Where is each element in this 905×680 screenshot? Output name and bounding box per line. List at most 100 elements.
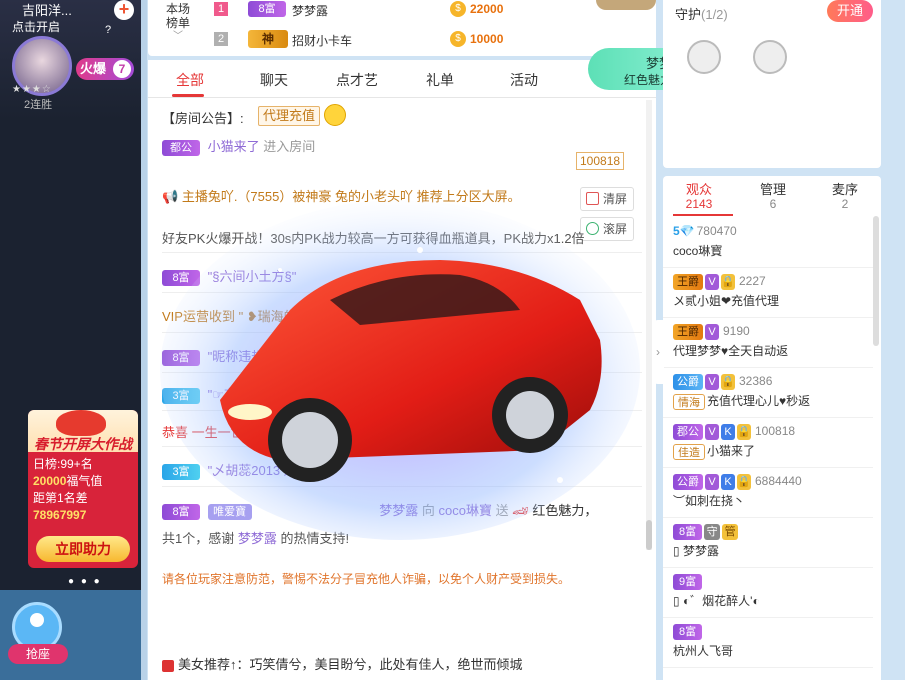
audience-item[interactable]: 王爵 V 9190 代理梦梦♥全天自动返 (663, 318, 873, 368)
tab-gift-list[interactable]: 礼单 (426, 70, 454, 90)
user-name: ︶如刺在挠丶 (673, 494, 746, 508)
gift-receiver[interactable]: coco琳寶 (439, 503, 492, 518)
click-open-link[interactable]: 点击开启 (12, 18, 60, 35)
user-name: 代理梦梦♥全天自动返 (673, 344, 789, 358)
clear-screen-button[interactable]: 清屏 (580, 187, 634, 211)
chat-text: 进入房间 (263, 139, 316, 154)
divider (162, 252, 642, 253)
chat-text: 主播兔吖.（7555）被神豪 兔的小老头吖 推荐上分区大屏。 (181, 189, 521, 204)
audience-item[interactable]: 5💎 780470 coco琳寳 (663, 218, 873, 268)
rich-level-badge: 8富 (673, 624, 703, 640)
rank-row[interactable]: 2 神 招财小卡车 $ 10000 (214, 30, 654, 50)
vip-icon: V (705, 374, 719, 390)
gap-value: 78967997 (33, 508, 87, 522)
lock-icon: 🔒 (721, 374, 735, 390)
gift-message: 8富 唯爱寶 梦梦露 向 coco琳寶 送 🏎 红色魅力， (162, 500, 597, 520)
festival-banner: 春节开屏大作战 (28, 410, 138, 452)
guard-avatar[interactable] (687, 40, 721, 74)
audience-item[interactable]: 9富 ▯ ◐゛烟花醉人'◐ (663, 568, 873, 618)
tab-mic-queue[interactable]: 麦序 2 (815, 182, 875, 212)
festival-event-card[interactable]: 春节开屏大作战 日榜:99+名 20000福气值 距第1名差 78967997 … (28, 410, 138, 568)
gift-car-icon: 🏎 (512, 503, 529, 518)
rich-level-badge: 8富 (673, 524, 703, 540)
day-rank: 日榜:99+名 (33, 457, 93, 471)
audience-item[interactable]: 公爵 V K 🔒 6884440 ︶如刺在挠丶 (663, 468, 873, 518)
rating-stars-icon: ★★★☆ (12, 84, 52, 95)
noble-badge: 公爵 (673, 374, 703, 390)
tab-chat[interactable]: 聊天 (260, 70, 288, 90)
left-scrollbar[interactable] (141, 0, 147, 680)
rank-value: 10000 (470, 32, 504, 46)
audience-scrollbar[interactable] (873, 216, 879, 346)
rank-user-name[interactable]: 梦梦露 (292, 2, 328, 19)
chat-tabs: 全部 聊天 点才艺 礼单 活动 (148, 60, 656, 98)
vip-icon: V (705, 274, 719, 290)
rank-user-name[interactable]: 招财小卡车 (292, 32, 352, 49)
tab-all[interactable]: 全部 (176, 70, 204, 90)
carousel-dots[interactable]: ● ● ● (68, 576, 102, 587)
recommend-icon (162, 659, 174, 672)
fire-label: 火爆 (80, 61, 107, 76)
guard-title: 守护(1/2) (675, 7, 728, 22)
audience-item[interactable]: 郡公 V K 🔒 100818 佳造 小猫来了 (663, 418, 873, 468)
tab-talent[interactable]: 点才艺 (336, 70, 378, 90)
grab-seat-button[interactable]: 抢座 (8, 644, 68, 664)
seat-area: 抢座 (0, 590, 141, 680)
anchor-name[interactable]: 吉阳洋... (22, 0, 72, 19)
audience-item[interactable]: 8富守管 ▯ 梦梦露 (663, 518, 873, 568)
noble-badge: 都公 (162, 139, 200, 156)
tab-activity[interactable]: 活动 (510, 70, 538, 90)
guard-seat-avatar[interactable] (753, 40, 787, 74)
fan-tag: 情海 (673, 393, 705, 410)
tab-managers[interactable]: 管理 6 (743, 182, 803, 212)
chat-message: 恭喜 一生一世 (162, 425, 244, 440)
thanks-user[interactable]: 梦梦露 (238, 531, 277, 546)
vip-icon: V (705, 324, 719, 340)
divider (162, 332, 642, 333)
chat-message: 8富 "§六间小土方§" (162, 266, 296, 286)
user-name: 梦梦露 (682, 544, 719, 558)
chat-user[interactable]: "昵称违规 (208, 349, 265, 364)
rank-toggle[interactable]: 本场 榜单 ﹀ (166, 2, 190, 44)
diamond-level-icon: 5💎 (673, 224, 695, 238)
chat-scroll-thumb[interactable] (646, 520, 652, 550)
gift-sender[interactable]: 梦梦露 (379, 503, 418, 518)
blessing-label: 福气值 (66, 474, 103, 488)
guard-count: (1/2) (701, 7, 728, 22)
follow-plus-button[interactable]: + (114, 0, 134, 20)
open-guard-button[interactable]: 开通 (827, 0, 873, 22)
user-id: 9190 (723, 324, 750, 339)
audience-item[interactable]: 8富 杭州人飞哥 (663, 618, 873, 668)
lock-icon: 🔒 (737, 424, 751, 440)
chat-message: 8富 "昵称违规 (162, 346, 264, 366)
chat-user[interactable]: "§六间小土方§" (208, 269, 297, 284)
chat-message: 3富 "☞有宝 (162, 384, 250, 404)
vip-icon: V (705, 474, 719, 490)
user-id-badge: 100818 (576, 152, 625, 170)
audience-item[interactable]: 公爵 V 🔒 32386 情海 充值代理心儿♥秒返 (663, 368, 873, 418)
scroll-screen-button[interactable]: 滚屏 (580, 217, 634, 241)
chat-message: VIP运营收到 " ❥瑞海的邀请 (162, 309, 323, 324)
recharge-link[interactable]: 代理充值 (258, 106, 321, 126)
lion-head-icon (56, 410, 106, 436)
rank-label-line1: 本场 (166, 2, 191, 16)
help-now-button[interactable]: 立即助力 (36, 536, 130, 562)
rich-level-badge: 8富 (162, 349, 200, 366)
vip-badge: 唯爱寶 (207, 503, 252, 520)
chat-user[interactable]: "☞有宝 (208, 387, 250, 402)
chat-user[interactable]: "乄胡蕊2013 进入 (208, 463, 310, 478)
divider (162, 446, 642, 447)
gift-name: 红色魅力， (532, 503, 598, 518)
help-icon[interactable]: ? (105, 24, 111, 36)
divider (162, 372, 642, 373)
audience-item[interactable]: 王爵 V 🔒 2227 〤贰小姐❤充值代理 (663, 268, 873, 318)
fire-badge[interactable]: 火爆 7 (76, 58, 134, 80)
tab-audience[interactable]: 观众 2143 (669, 182, 729, 212)
user-id: 780470 (696, 224, 737, 238)
collapse-panel-arrow[interactable]: › (652, 320, 664, 384)
fire-count: 7 (113, 60, 131, 78)
k-icon: K (721, 424, 735, 440)
chat-user[interactable]: 小猫来了 (208, 139, 260, 154)
recommend-line[interactable]: 美女推荐↑：巧笑倩兮，美目盼兮，此处有佳人，绝世而倾城 (162, 654, 523, 673)
rank-row[interactable]: 1 8富 梦梦露 $ 22000 (214, 0, 654, 20)
